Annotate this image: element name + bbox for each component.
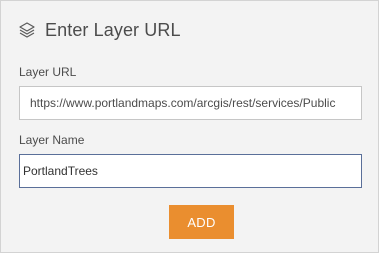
enter-layer-url-panel: Enter Layer URL Layer URL Layer Name ADD <box>0 0 379 253</box>
add-button[interactable]: ADD <box>169 205 234 239</box>
panel-header: Enter Layer URL <box>18 17 181 43</box>
layer-url-label: Layer URL <box>19 65 77 79</box>
layer-url-input[interactable] <box>19 86 362 120</box>
panel-title: Enter Layer URL <box>45 19 181 40</box>
layer-name-label: Layer Name <box>19 133 85 147</box>
layer-name-input[interactable] <box>19 154 362 188</box>
layers-icon <box>18 21 36 39</box>
